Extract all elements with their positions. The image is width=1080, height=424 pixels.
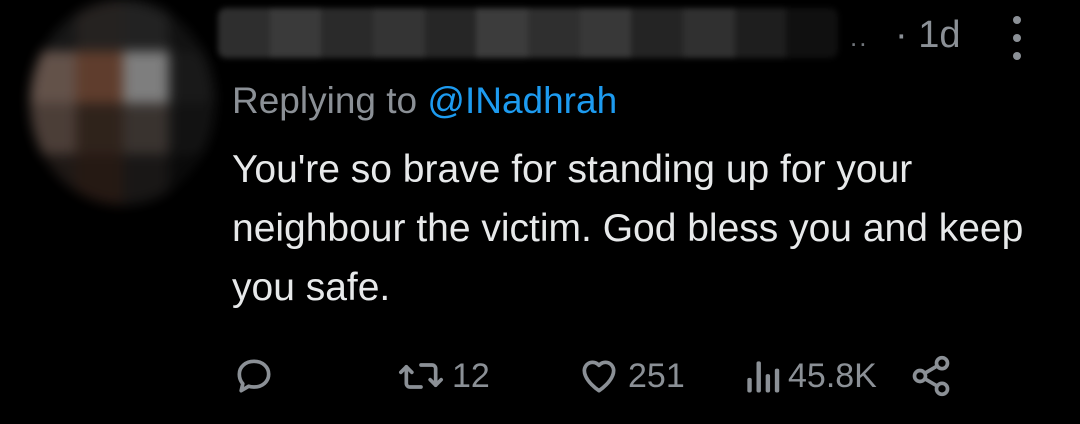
like-count: 251 — [628, 356, 685, 395]
avatar[interactable] — [30, 0, 215, 205]
share-icon — [912, 355, 950, 397]
reply-icon — [237, 359, 271, 393]
tweet-text: You're so brave for standing up for your… — [232, 148, 1024, 309]
share-button[interactable] — [908, 346, 954, 406]
retweet-icon — [399, 363, 443, 389]
reply-context: Replying to @INadhrah — [232, 80, 617, 122]
views-icon — [747, 361, 780, 393]
retweet-count: 12 — [452, 356, 490, 395]
heart-icon — [582, 360, 616, 393]
reply-context-prefix: Replying to — [232, 80, 418, 121]
retweet-button[interactable]: 12 — [396, 346, 490, 406]
views-button[interactable]: 45.8K — [742, 346, 877, 406]
views-count: 45.8K — [788, 356, 877, 395]
reply-button[interactable] — [232, 346, 276, 406]
header-separator: .. — [850, 22, 869, 52]
timestamp[interactable]: · 1d — [895, 14, 960, 57]
author-name-redacted[interactable] — [218, 8, 838, 58]
like-button[interactable]: 251 — [576, 346, 685, 406]
mention-link[interactable]: @INadhrah — [427, 80, 617, 121]
action-bar: 12 251 45.8K — [0, 346, 1080, 406]
more-options-icon[interactable] — [1010, 16, 1024, 60]
